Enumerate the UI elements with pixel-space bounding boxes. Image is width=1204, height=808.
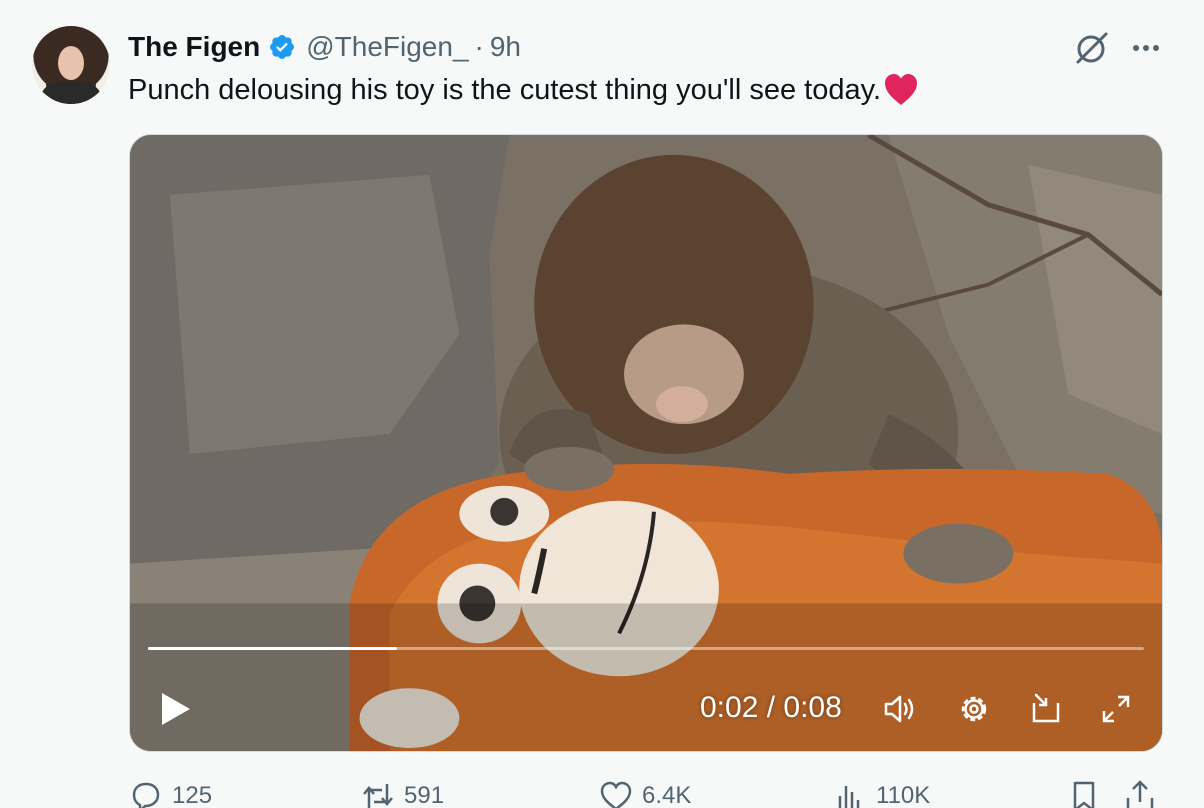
tweet-header: The Figen @TheFigen_ · 9h	[128, 30, 521, 64]
play-icon[interactable]	[152, 687, 196, 731]
reply-count: 125	[172, 782, 213, 808]
grok-icon[interactable]	[1072, 28, 1112, 68]
volume-icon[interactable]	[880, 689, 920, 729]
avatar-face	[58, 46, 84, 80]
avatar-shirt	[42, 82, 100, 104]
tweet-text-content: Punch delousing his toy is the cutest th…	[128, 73, 882, 106]
video-player[interactable]: 0:02 / 0:08	[129, 134, 1163, 752]
like-count: 6.4K	[642, 782, 692, 808]
tweet-timestamp[interactable]: 9h	[490, 31, 521, 63]
verified-badge-icon[interactable]	[268, 33, 296, 61]
video-progress-bar[interactable]	[148, 647, 1144, 650]
like-button[interactable]: 6.4K	[598, 778, 691, 808]
header-separator: ·	[474, 31, 484, 62]
more-icon[interactable]	[1126, 28, 1166, 68]
pip-icon[interactable]	[1026, 689, 1066, 729]
author-handle[interactable]: @TheFigen_	[306, 31, 468, 63]
views-icon	[838, 786, 860, 808]
author-name[interactable]: The Figen	[128, 31, 260, 63]
views-count: 110K	[876, 782, 931, 808]
video-progress-fill	[148, 647, 397, 650]
repost-button[interactable]: 591	[360, 778, 444, 808]
avatar[interactable]	[32, 26, 110, 104]
like-icon	[600, 781, 632, 808]
share-icon	[1126, 780, 1154, 808]
repost-count: 591	[404, 782, 445, 808]
red-heart-emoji-icon	[883, 72, 919, 108]
reply-button[interactable]: 125	[128, 778, 212, 808]
reply-icon	[132, 782, 160, 808]
fullscreen-icon[interactable]	[1096, 689, 1136, 729]
tweet-text: Punch delousing his toy is the cutest th…	[128, 72, 919, 108]
tweet-article[interactable]: The Figen @TheFigen_ · 9h Punch delousin…	[0, 0, 1204, 808]
settings-icon[interactable]	[954, 689, 994, 729]
bookmark-button[interactable]	[1066, 778, 1110, 808]
bookmark-icon	[1073, 781, 1095, 808]
repost-icon	[363, 784, 393, 808]
video-frame	[130, 135, 1162, 751]
tweet-actions: 125 591 6.4K 110K	[128, 778, 1168, 808]
share-button[interactable]	[1122, 778, 1166, 808]
video-time: 0:02 / 0:08	[700, 691, 842, 724]
views-button[interactable]: 110K	[832, 778, 930, 808]
